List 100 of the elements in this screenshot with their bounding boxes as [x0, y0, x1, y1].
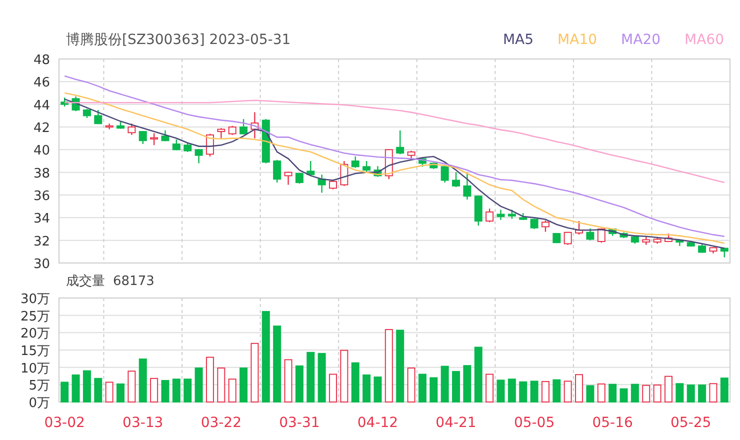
- candlestick: [351, 156, 360, 168]
- candlestick: [519, 213, 528, 220]
- y-axis-label: 20万: [20, 326, 50, 342]
- volume-bar: [486, 374, 494, 402]
- candlestick: [138, 130, 147, 144]
- volume-bar: [407, 368, 416, 402]
- candlestick: [150, 133, 158, 146]
- volume-bar: [228, 378, 236, 402]
- volume-bar: [720, 378, 728, 402]
- volume-bar: [172, 378, 180, 402]
- volume-bar: [608, 384, 617, 402]
- candlestick: [184, 142, 192, 152]
- y-axis-label: 15万: [20, 344, 50, 359]
- volume-bar: [630, 384, 639, 402]
- y-axis-label: 36: [33, 189, 50, 204]
- y-axis-label: 44: [33, 98, 50, 114]
- x-axis-label: 03-02: [44, 415, 85, 431]
- volume-bar: [60, 382, 69, 402]
- y-axis-label: 25万: [20, 309, 50, 324]
- volume-bar: [306, 352, 315, 402]
- legend-label[interactable]: MA60: [684, 29, 724, 51]
- candlestick: [306, 161, 315, 176]
- x-axis-label: 05-16: [592, 415, 633, 431]
- legend-label[interactable]: MA10: [558, 29, 598, 51]
- volume-bar: [194, 368, 203, 402]
- x-axis-label: 03-22: [200, 415, 242, 431]
- volume-bar: [474, 346, 482, 402]
- volume-bar: [463, 365, 472, 402]
- volume-label: 成交量: [66, 273, 105, 291]
- volume-bar: [217, 368, 226, 402]
- candlestick: [608, 228, 617, 236]
- candlestick: [552, 232, 561, 244]
- candlestick: [329, 180, 337, 190]
- volume-bar: [340, 350, 348, 402]
- volume-bar: [496, 380, 505, 402]
- volume-bar: [72, 374, 80, 402]
- candlestick: [440, 166, 449, 183]
- candlestick: [295, 172, 304, 184]
- candlestick: [240, 119, 248, 134]
- candlestick: [396, 130, 404, 154]
- volume-bar: [586, 385, 594, 402]
- volume-value: 68173: [113, 273, 154, 291]
- candlestick: [508, 210, 516, 219]
- volume-bar: [519, 381, 528, 402]
- volume-bar: [530, 380, 538, 402]
- volume-bar: [240, 368, 248, 402]
- legend-label[interactable]: MA5: [502, 29, 534, 51]
- volume-bar: [430, 377, 438, 402]
- candlestick: [116, 122, 124, 129]
- candlestick: [496, 210, 505, 220]
- volume-bar: [686, 384, 695, 402]
- volume-bar: [676, 383, 684, 402]
- volume-bar: [374, 376, 382, 402]
- volume-bar: [664, 376, 672, 402]
- candlestick: [273, 160, 282, 183]
- y-axis-label: 42: [33, 121, 50, 136]
- candlestick: [642, 236, 650, 245]
- volume-bar: [597, 383, 606, 402]
- volume-bar: [620, 388, 628, 402]
- y-axis-label: 48: [33, 53, 50, 68]
- candlestick: [217, 128, 226, 138]
- candlestick: [374, 166, 382, 177]
- volume-bar: [329, 374, 337, 402]
- candlestick: [318, 174, 326, 193]
- volume-bar: [508, 378, 516, 402]
- volume-bar: [250, 342, 259, 402]
- y-axis-label: 5万: [28, 378, 50, 394]
- volume-bar: [105, 382, 114, 402]
- candlestick: [698, 244, 706, 253]
- candlestick: [128, 124, 136, 135]
- candlestick: [194, 149, 203, 164]
- candlestick: [407, 150, 416, 159]
- volume-bar: [184, 378, 192, 402]
- candlestick: [474, 196, 482, 226]
- candlestick: [575, 221, 584, 235]
- legend-label[interactable]: MA20: [621, 29, 661, 51]
- y-axis-label: 30: [33, 257, 50, 272]
- volume-bar: [709, 383, 718, 402]
- candlestick: [586, 228, 594, 240]
- candlestick: [228, 126, 236, 135]
- y-axis-label: 46: [33, 76, 50, 91]
- candlestick: [709, 247, 718, 254]
- candlestick: [82, 108, 91, 118]
- volume-bar: [116, 383, 124, 402]
- candlestick: [418, 158, 426, 167]
- volume-bar: [564, 380, 572, 402]
- candlestick: [430, 162, 438, 169]
- volume-bar: [362, 374, 371, 402]
- candlestick: [284, 172, 292, 185]
- volume-bar: [418, 374, 426, 402]
- chart-title: 博腾股份[SZ300363] 2023-05-31: [66, 31, 291, 50]
- candlestick: [60, 98, 69, 107]
- candlestick: [362, 161, 371, 173]
- candlestick: [161, 130, 170, 142]
- candlestick: [94, 110, 102, 124]
- candlestick: [541, 220, 550, 232]
- x-axis-label: 05-25: [670, 415, 712, 431]
- candlestick: [452, 172, 460, 188]
- candlestick: [463, 172, 472, 200]
- candlestick: [72, 96, 80, 112]
